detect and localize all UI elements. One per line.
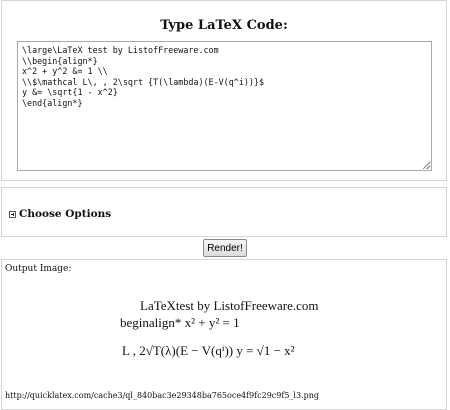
output-panel: Output Image: LaTeXtest by ListofFreewar… xyxy=(1,259,447,410)
output-image-url[interactable]: http://quicklatex.com/cache3/ql_840bac3e… xyxy=(5,391,319,400)
rendered-line-3: L , 2√T(λ)(E − V(qⁱ)) y = √1 − x² xyxy=(122,343,295,358)
output-image-label: Output Image: xyxy=(5,264,72,274)
expand-plus-icon[interactable] xyxy=(9,210,16,218)
latex-input-panel: Type LaTeX Code: \large\LaTeX test by Li… xyxy=(1,0,447,181)
rendered-latex-image: LaTeXtest by ListofFreeware.com beginali… xyxy=(112,298,347,368)
choose-options-toggle[interactable]: Choose Options xyxy=(9,208,111,220)
textarea-resize-handle[interactable] xyxy=(423,162,430,169)
latex-code-textarea[interactable]: \large\LaTeX test by ListofFreeware.com … xyxy=(17,41,432,171)
rendered-line-1: LaTeXtest by ListofFreeware.com xyxy=(140,298,319,313)
choose-options-label[interactable]: Choose Options xyxy=(19,208,111,220)
options-panel: Choose Options xyxy=(1,187,447,237)
render-button[interactable]: Render! xyxy=(203,239,247,257)
input-heading: Type LaTeX Code: xyxy=(160,18,288,33)
rendered-line-2: beginalign* x² + y² = 1 xyxy=(120,315,240,330)
